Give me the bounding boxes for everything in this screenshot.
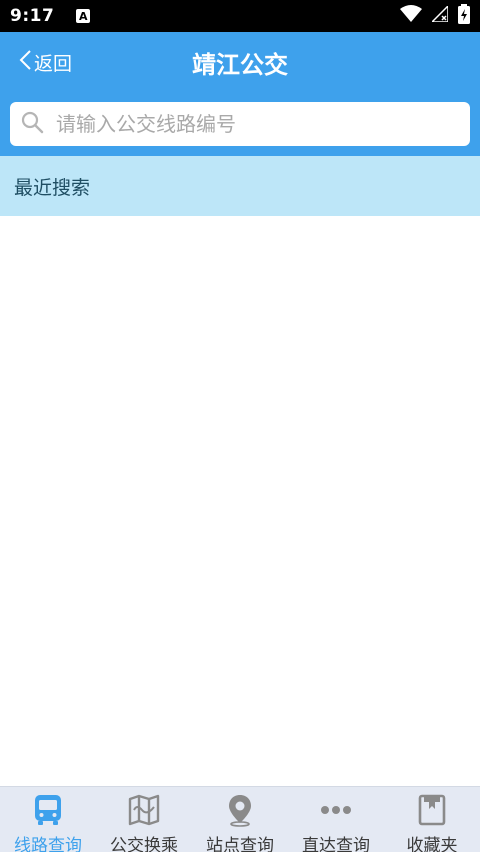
tab-direct-query[interactable]: 直达查询 (288, 787, 384, 852)
recent-search-header: 最近搜索 (0, 156, 480, 216)
status-bar: 9:17 A (0, 0, 480, 32)
status-time: 9:17 (10, 6, 55, 26)
wifi-icon (400, 5, 422, 27)
tab-line-query[interactable]: 线路查询 (0, 787, 96, 852)
recent-search-list (0, 216, 480, 786)
back-label: 返回 (34, 52, 73, 75)
tab-label: 线路查询 (14, 836, 82, 852)
search-icon (20, 110, 44, 138)
dots-icon (318, 793, 354, 827)
chevron-left-icon (18, 49, 32, 75)
bottom-tab-bar: 线路查询 公交换乘 站点查询 直达查询 收藏夹 (0, 786, 480, 852)
bus-icon (30, 793, 66, 827)
tab-favorites[interactable]: 收藏夹 (384, 787, 480, 852)
tab-label: 公交换乘 (110, 836, 178, 852)
status-icons (400, 4, 470, 28)
app-header: 返回 靖江公交 (0, 32, 480, 92)
signal-icon (430, 4, 449, 26)
notification-a-icon: A (76, 9, 91, 23)
battery-icon (458, 4, 470, 28)
back-button[interactable]: 返回 (18, 32, 72, 92)
search-input[interactable] (56, 104, 470, 144)
bookmark-folder-icon (414, 793, 450, 827)
tab-transfer[interactable]: 公交换乘 (96, 787, 192, 852)
tab-station-query[interactable]: 站点查询 (192, 787, 288, 852)
tab-label: 直达查询 (302, 836, 370, 852)
search-area (0, 92, 480, 156)
tab-label: 收藏夹 (406, 836, 458, 852)
map-book-icon (126, 793, 162, 827)
search-box[interactable] (10, 102, 470, 146)
location-pin-icon (222, 793, 258, 827)
tab-label: 站点查询 (206, 836, 274, 852)
